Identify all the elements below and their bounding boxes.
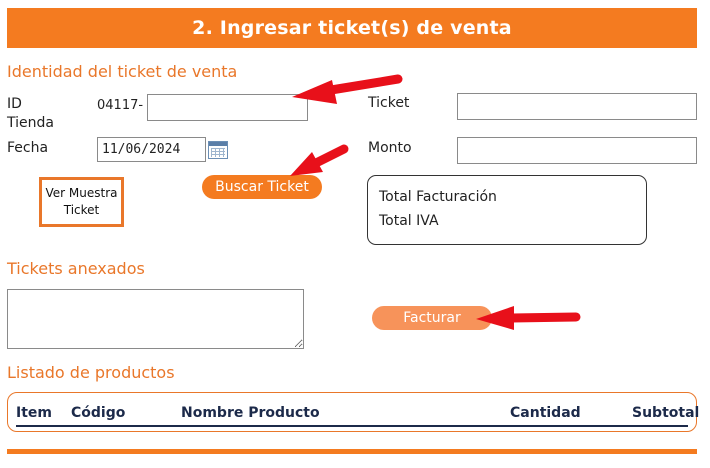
arrow-to-search-button-icon — [290, 144, 349, 176]
ticket-label: Ticket — [368, 95, 410, 111]
products-section-title: Listado de productos — [7, 363, 175, 382]
column-header-item: Item — [16, 405, 52, 421]
column-header-product-name: Nombre Producto — [181, 405, 320, 421]
column-header-code: Código — [71, 405, 126, 421]
view-sample-line1: Ver Muestra — [45, 186, 118, 200]
total-tax-label: Total IVA — [379, 213, 439, 229]
date-value: 11/06/2024 — [102, 142, 181, 157]
bottom-divider — [7, 449, 697, 454]
view-sample-ticket-button[interactable]: Ver Muestra Ticket — [39, 177, 124, 227]
totals-box: Total Facturación Total IVA — [367, 175, 647, 245]
store-id-label-line1: ID — [7, 96, 22, 112]
identity-section-title: Identidad del ticket de venta — [7, 62, 238, 81]
amount-input[interactable] — [457, 137, 697, 164]
store-id-label-line2: Tienda — [7, 115, 54, 131]
store-id-label: ID Tienda — [7, 95, 54, 133]
annexed-section-title: Tickets anexados — [7, 259, 145, 278]
table-header-divider — [16, 425, 688, 427]
amount-label: Monto — [368, 140, 412, 156]
view-sample-line2: Ticket — [63, 203, 100, 217]
invoice-button[interactable]: Facturar — [372, 306, 492, 330]
annexed-tickets-textarea[interactable] — [7, 289, 304, 349]
date-input[interactable]: 11/06/2024 — [97, 137, 206, 162]
total-billing-label: Total Facturación — [379, 189, 497, 205]
search-ticket-button[interactable]: Buscar Ticket — [202, 175, 322, 199]
page-header: 2. Ingresar ticket(s) de venta — [7, 8, 697, 48]
column-header-quantity: Cantidad — [510, 405, 581, 421]
ticket-input[interactable] — [457, 93, 697, 120]
calendar-icon[interactable] — [208, 141, 228, 159]
page-title: 2. Ingresar ticket(s) de venta — [192, 17, 512, 39]
store-id-input[interactable] — [147, 94, 308, 121]
date-label: Fecha — [7, 140, 49, 156]
column-header-subtotal: Subtotal — [632, 405, 700, 421]
products-table: Item Código Nombre Producto Cantidad Sub… — [7, 392, 700, 432]
store-id-prefix: 04117- — [97, 98, 144, 113]
